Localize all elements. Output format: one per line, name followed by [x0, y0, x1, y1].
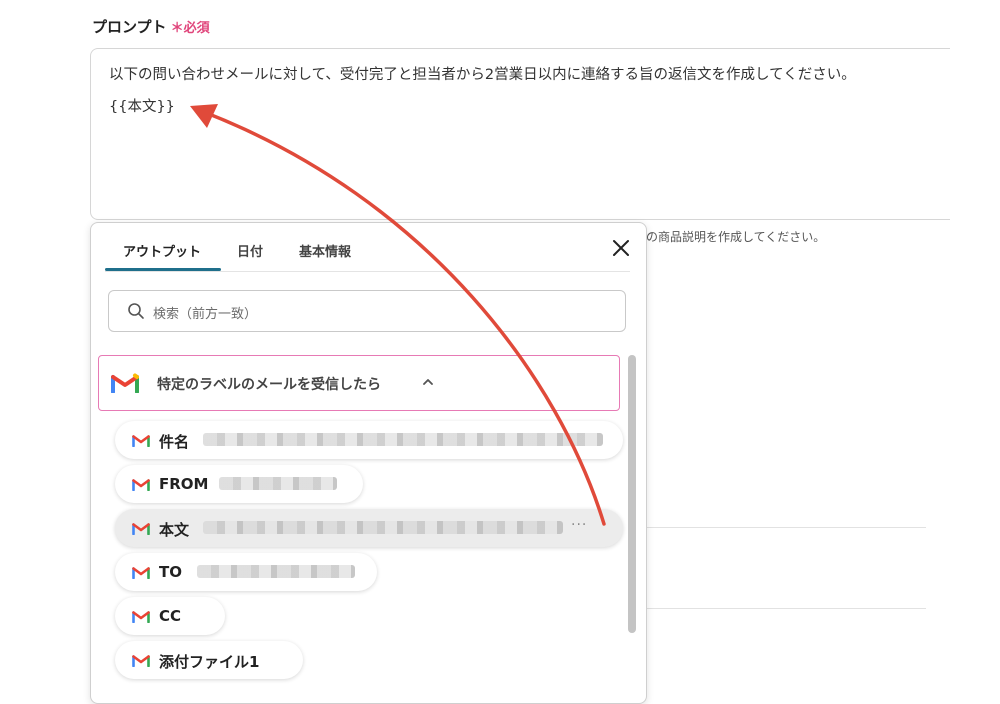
background-divider: [646, 608, 926, 609]
prompt-line-1: 以下の問い合わせメールに対して、受付完了と担当者から2営業日以内に連絡する旨の返…: [109, 67, 856, 83]
gmail-icon: [132, 479, 150, 491]
background-hint-text: の商品説明を作成してください。: [646, 230, 826, 244]
search-placeholder: 検索（前方一致）: [153, 307, 258, 322]
scrollbar-thumb[interactable]: [628, 355, 636, 633]
output-item-body[interactable]: 本文 ···: [115, 509, 623, 547]
gmail-icon: [132, 611, 150, 623]
output-item-attachment-1[interactable]: 添付ファイル1: [115, 641, 303, 679]
tab-date[interactable]: 日付: [237, 241, 263, 260]
search-input[interactable]: 検索（前方一致）: [108, 290, 626, 332]
search-icon: [128, 303, 144, 319]
gmail-icon: [132, 435, 150, 447]
prompt-label: プロンプト ＊必須: [92, 16, 210, 37]
output-item-label: FROM: [159, 475, 209, 493]
tab-bar: アウトプット 日付 基本情報: [105, 223, 630, 272]
output-item-from[interactable]: FROM: [115, 465, 363, 503]
output-item-label: 添付ファイル1: [159, 653, 260, 671]
tab-output[interactable]: アウトプット: [123, 241, 201, 260]
prompt-textarea[interactable]: 以下の問い合わせメールに対して、受付完了と担当者から2営業日以内に連絡する旨の返…: [90, 48, 950, 220]
prompt-label-text: プロンプト: [92, 18, 167, 36]
background-divider: [646, 527, 926, 528]
ellipsis-icon: ···: [571, 517, 588, 533]
output-item-label: 本文: [159, 521, 190, 539]
required-badge: ＊必須: [170, 21, 210, 36]
output-item-subject[interactable]: 件名: [115, 421, 623, 459]
output-item-cc[interactable]: CC: [115, 597, 225, 635]
redacted-value: [203, 433, 603, 446]
trigger-step-header[interactable]: 特定のラベルのメールを受信したら: [98, 355, 620, 411]
output-item-label: CC: [159, 607, 182, 625]
scrollbar[interactable]: [628, 355, 636, 633]
trigger-step-label: 特定のラベルのメールを受信したら: [157, 377, 381, 393]
gmail-icon: [111, 373, 139, 393]
redacted-value: [203, 521, 563, 534]
gmail-icon: [132, 567, 150, 579]
output-item-label: TO: [159, 563, 182, 581]
redacted-value: [219, 477, 337, 490]
output-item-label: 件名: [159, 433, 190, 451]
tab-basic-info[interactable]: 基本情報: [299, 241, 351, 260]
output-picker-panel: アウトプット 日付 基本情報 検索（前方一致） 特定のラベルのメールを受信したら: [90, 222, 647, 704]
gmail-icon: [132, 523, 150, 535]
chevron-up-icon[interactable]: [421, 375, 435, 389]
redacted-value: [197, 565, 355, 578]
close-icon[interactable]: [610, 237, 632, 259]
prompt-line-2: {{本文}}: [109, 99, 175, 115]
gmail-icon: [132, 655, 150, 667]
output-item-to[interactable]: TO: [115, 553, 377, 591]
active-tab-indicator: [105, 268, 221, 271]
